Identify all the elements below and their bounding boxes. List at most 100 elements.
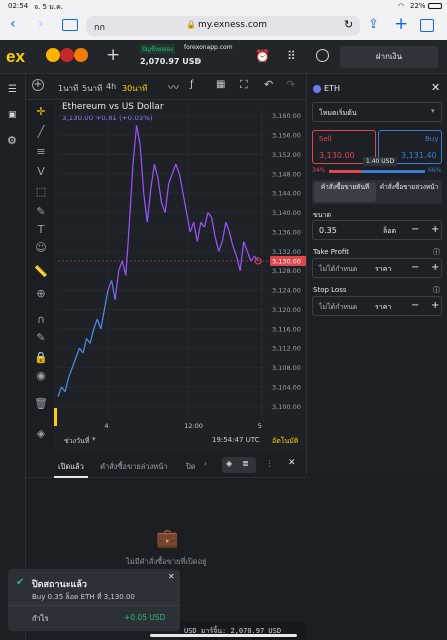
share-icon[interactable]: ⇪ <box>368 17 379 32</box>
notification-toast[interactable]: ✔ ปิดสถานะแล้ว ✕ Buy 0.35 ล็อต ETH ที่ 3… <box>8 569 180 631</box>
period-chevron-icon[interactable]: ▾ <box>92 435 96 443</box>
timeframe-30m[interactable]: 30นาที <box>122 82 147 95</box>
trash-icon[interactable]: 🗑 <box>33 396 49 412</box>
mode-select[interactable]: โหมดเริ่มต้น ▾ <box>312 102 442 122</box>
chevron-down-icon[interactable]: ▾ <box>196 56 200 65</box>
account-type-badge[interactable]: บัญชีทดลอง <box>140 44 176 54</box>
chart-plot[interactable]: 3,160.00 3,156.00 3,152.00 3,148.00 3,144.00… <box>54 100 306 452</box>
battery-icon <box>428 3 442 9</box>
add-instrument-icon[interactable]: + <box>106 45 120 65</box>
profile-icon[interactable] <box>316 49 329 62</box>
url-bar[interactable]: กก 🔒 my.exness.com ↻ <box>86 16 360 36</box>
toast-close-icon[interactable]: ✕ <box>168 572 175 581</box>
series-segment <box>210 217 216 237</box>
tp-value[interactable]: ไม่ได้กำหนด <box>319 264 357 275</box>
draw-lock-icon[interactable]: ✎ <box>33 330 49 346</box>
redo-icon[interactable]: ↷ <box>286 78 295 91</box>
series-segment <box>157 178 163 203</box>
status-time: 02:54 <box>8 2 29 10</box>
deposit-button[interactable]: ฝากเงิน <box>340 46 438 68</box>
take-profit-input[interactable]: ไม่ได้กำหนด ราคา − + <box>312 258 442 278</box>
stack-icon[interactable]: ≣ <box>242 459 249 468</box>
account-balance[interactable]: 2,070.97 USD <box>140 57 201 66</box>
view-toggle[interactable]: ◈ ≣ <box>222 457 256 473</box>
text-tool-icon[interactable]: T <box>33 222 49 238</box>
series-segment <box>203 212 209 228</box>
undo-icon[interactable]: ↶ <box>264 78 273 91</box>
volume-minus-icon[interactable]: − <box>411 224 419 235</box>
apps-grid-icon[interactable]: ⠿ <box>287 49 296 63</box>
sl-info-icon[interactable]: ⓘ <box>433 285 440 295</box>
instrument-icon-1[interactable] <box>46 48 60 62</box>
tab-pending-positions[interactable]: คำสั่งซื้อขายล่วงหน้า <box>100 461 168 473</box>
series-segment <box>218 241 223 252</box>
fullscreen-icon[interactable]: ⛶ <box>240 78 248 92</box>
new-tab-icon[interactable]: + <box>394 14 408 34</box>
sl-plus-icon[interactable]: + <box>431 300 439 311</box>
timeframe-4h[interactable]: 4h <box>106 82 116 91</box>
series-segment <box>57 386 63 397</box>
tp-info-icon[interactable]: ⓘ <box>433 247 440 257</box>
tab-open-positions[interactable]: เปิดแล้ว <box>58 461 84 473</box>
volume-plus-icon[interactable]: + <box>431 224 439 235</box>
indicators-icon[interactable]: ƒ <box>190 79 194 90</box>
crosshair-icon[interactable]: ✛ <box>33 104 49 120</box>
tab-pending-order[interactable]: คำสั่งซื้อขายล่วงหน้า <box>378 182 440 202</box>
tabs-icon[interactable] <box>420 19 434 32</box>
sl-value[interactable]: ไม่ได้กำหนด <box>319 302 357 313</box>
auto-scale-toggle[interactable]: อัตโนมัติ <box>272 436 298 447</box>
reload-icon[interactable]: ↻ <box>344 18 353 31</box>
sell-sentiment: 34% <box>312 167 326 174</box>
menu-icon[interactable]: ☰ <box>8 84 17 95</box>
lock-drawings-icon[interactable]: 🔒 <box>33 350 49 366</box>
tab-closed-positions[interactable]: ปิด <box>186 461 196 473</box>
chart-type-icon[interactable]: 〰 <box>168 79 179 95</box>
instrument-icon-3[interactable] <box>74 48 88 62</box>
close-panel-icon[interactable]: ✕ <box>288 458 296 468</box>
more-icon[interactable]: ⋮ <box>266 459 274 468</box>
wifi-icon: ◠ <box>398 2 405 10</box>
period-selector[interactable]: ช่วงวันที่ <box>64 436 89 447</box>
volume-value[interactable]: 0.35 <box>319 226 337 235</box>
eye-icon[interactable]: ◉ <box>33 368 49 384</box>
tp-minus-icon[interactable]: − <box>411 262 419 273</box>
tp-plus-icon[interactable]: + <box>431 262 439 273</box>
price-chart[interactable]: Ethereum vs US Dollar 3,130.00 +0.81 (+0… <box>54 100 306 452</box>
timeframe-1m[interactable]: 1นาที <box>58 82 78 95</box>
stop-loss-input[interactable]: ไม่ได้กำหนด ราคา − + <box>312 296 442 316</box>
settings-gear-icon[interactable]: ⚙ <box>7 134 17 147</box>
y-tick-label: 3,160.00 <box>272 112 301 120</box>
forward-icon[interactable]: › <box>38 16 44 32</box>
layout-icon[interactable]: ▦ <box>216 79 225 90</box>
y-tick-label: 3,136.00 <box>272 228 301 236</box>
pattern-icon[interactable]: ᐯ <box>33 164 49 180</box>
timeframe-5m[interactable]: 5นาที <box>82 82 102 95</box>
object-tree-icon[interactable]: ◈ <box>33 426 49 442</box>
calendar-icon[interactable]: ▣ <box>8 110 17 120</box>
emoji-icon[interactable]: ☺ <box>33 240 49 256</box>
back-icon[interactable]: ‹ <box>10 16 16 32</box>
zoom-in-icon[interactable]: ⊕ <box>33 286 49 302</box>
sl-unit[interactable]: ราคา <box>375 302 391 313</box>
series-segment <box>132 125 138 165</box>
sl-minus-icon[interactable]: − <box>411 300 419 311</box>
tp-unit[interactable]: ราคา <box>375 264 391 275</box>
bookmarks-icon[interactable] <box>62 19 78 31</box>
ruler-icon[interactable]: 📏 <box>33 264 49 280</box>
add-indicator-icon[interactable]: + <box>32 79 44 91</box>
tabs-scroll-icon[interactable]: › <box>204 459 207 468</box>
reader-aa[interactable]: กก <box>94 20 105 34</box>
volume-input[interactable]: 0.35 ล็อต − + <box>312 220 442 240</box>
instrument-icon-2[interactable] <box>60 48 74 62</box>
alarm-icon[interactable]: ⏰ <box>255 49 270 63</box>
trendline-icon[interactable]: ╱ <box>33 124 49 140</box>
url-text[interactable]: my.exness.com <box>198 20 267 30</box>
projection-icon[interactable]: ⬚ <box>33 184 49 200</box>
exness-logo[interactable]: ex <box>6 47 25 67</box>
tab-market-order[interactable]: คำสั่งซื้อขายทันที <box>314 182 376 202</box>
layers-icon[interactable]: ◈ <box>226 459 232 468</box>
magnet-icon[interactable]: ∩ <box>33 312 49 328</box>
brush-icon[interactable]: ✎ <box>33 204 49 220</box>
fib-icon[interactable]: ≡ <box>33 144 49 160</box>
close-icon[interactable]: ✕ <box>431 81 440 94</box>
